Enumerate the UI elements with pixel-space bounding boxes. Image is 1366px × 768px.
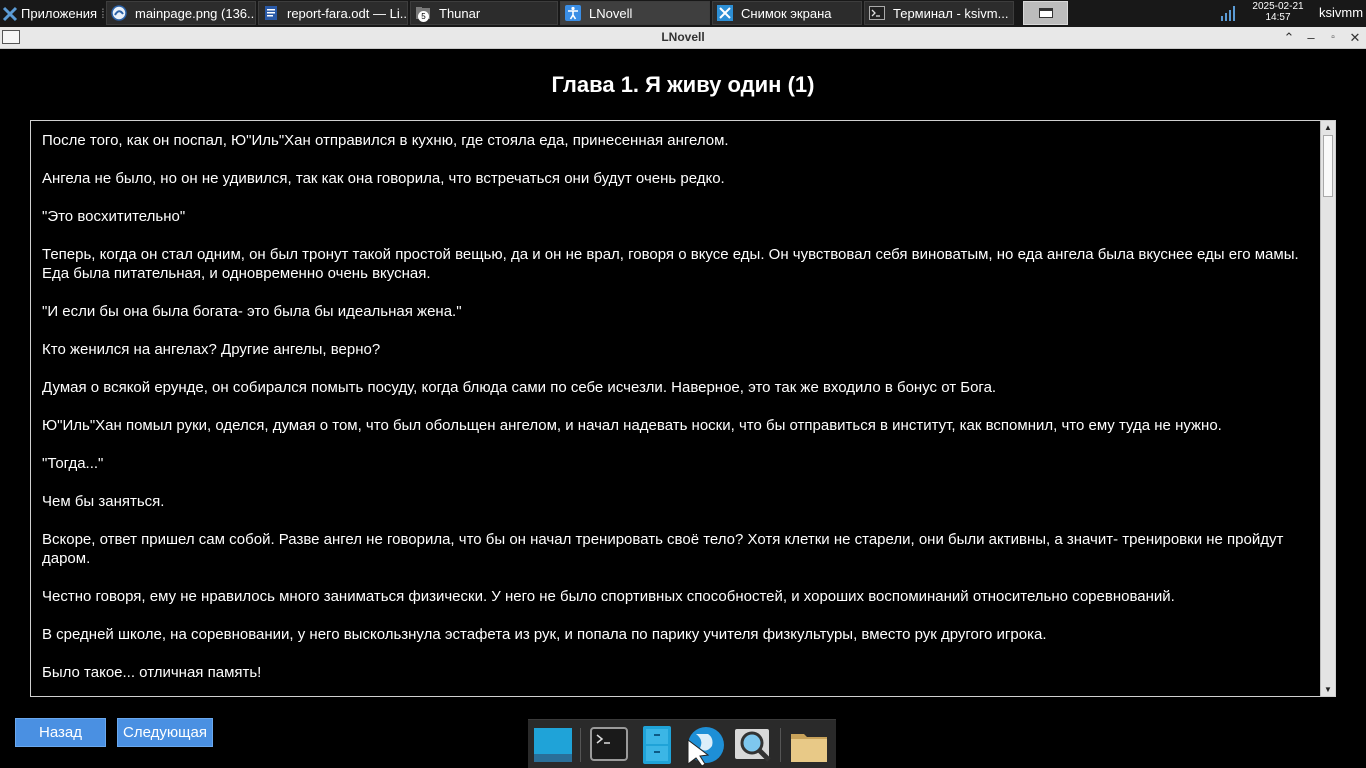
- clock[interactable]: 2025-02-21 14:57: [1245, 1, 1311, 23]
- dock-separator: [580, 728, 581, 762]
- terminal-icon: [869, 6, 885, 20]
- taskbar-item-label: Thunar: [439, 5, 481, 21]
- top-panel: Приложения ⁞ mainpage.png (136... report…: [0, 0, 1366, 27]
- paragraph: Чем бы заняться.: [42, 493, 165, 510]
- dock-separator: [780, 728, 781, 762]
- scroll-up-icon[interactable]: ▲: [1321, 121, 1335, 134]
- shade-icon[interactable]: ⌃: [1280, 29, 1298, 47]
- window-title: LNovell: [661, 30, 705, 44]
- applications-menu-handle: ⁞: [101, 6, 105, 21]
- taskbar-item-terminal[interactable]: Терминал - ksivm...: [864, 1, 1014, 25]
- clock-date: 2025-02-21: [1252, 1, 1304, 12]
- web-browser-icon[interactable]: [684, 724, 726, 766]
- minimize-icon[interactable]: –: [1302, 29, 1320, 47]
- applications-menu-label: Приложения: [21, 6, 98, 21]
- paragraph: Кто женился на ангелах? Другие ангелы, в…: [42, 341, 381, 358]
- paragraph: Ю"Иль"Хан помыл руки, оделся, думая о то…: [42, 417, 1222, 434]
- scroll-down-icon[interactable]: ▼: [1321, 683, 1335, 696]
- window-count-badge: 5: [418, 11, 429, 22]
- chapter-text: После того, как он поспал, Ю"Иль"Хан отп…: [42, 131, 1313, 696]
- paragraph: "И если бы она была богата- это была бы …: [42, 303, 462, 320]
- paragraph: Честно говоря, ему не нравилось много за…: [42, 588, 1175, 605]
- home-folder-icon[interactable]: [788, 724, 830, 766]
- paragraph: "Это восхитительно": [42, 208, 186, 225]
- taskbar-item-label: LNovell: [589, 5, 633, 21]
- paragraph: Ангела не было, но он не удивился, так к…: [42, 170, 725, 187]
- taskbar-item-label: report-fara.odt — Li...: [287, 5, 408, 21]
- back-button[interactable]: Назад: [15, 718, 106, 747]
- accessibility-app-icon: [565, 5, 581, 21]
- applications-menu[interactable]: Приложения ⁞: [0, 0, 106, 27]
- dock: [528, 719, 836, 768]
- window-icon: [1038, 8, 1053, 18]
- paragraph: Было такое... отличная память!: [42, 664, 262, 681]
- paragraph: Теперь, когда он стал одним, он был трон…: [42, 246, 1299, 282]
- screenshot-icon: [717, 5, 733, 21]
- taskbar-item-image-viewer[interactable]: mainpage.png (136...: [106, 1, 256, 25]
- close-icon[interactable]: ✕: [1346, 29, 1364, 47]
- terminal-icon[interactable]: [588, 724, 630, 766]
- taskbar-item-label: mainpage.png (136...: [135, 5, 256, 21]
- image-viewer-icon: [111, 5, 127, 21]
- next-button[interactable]: Следующая: [117, 718, 213, 747]
- scrollbar-thumb[interactable]: [1323, 135, 1333, 197]
- file-manager-icon[interactable]: [636, 724, 678, 766]
- window-titlebar[interactable]: LNovell ⌃ – ▫ ✕: [0, 27, 1366, 49]
- writer-document-icon: [265, 6, 277, 20]
- user-menu[interactable]: ksivmm: [1319, 5, 1363, 20]
- taskbar-item-thunar[interactable]: 5 Thunar: [410, 1, 558, 25]
- chapter-text-area[interactable]: После того, как он поспал, Ю"Иль"Хан отп…: [30, 120, 1336, 697]
- maximize-icon[interactable]: ▫: [1324, 29, 1342, 47]
- taskbar-item-label: Терминал - ksivm...: [893, 5, 1009, 21]
- chapter-title: Глава 1. Я живу один (1): [551, 72, 815, 97]
- paragraph: "Тогда...": [42, 455, 104, 472]
- paragraph: В средней школе, на соревновании, у него…: [42, 626, 1047, 643]
- taskbar-item-label: Снимок экрана: [741, 5, 832, 21]
- desktop-icon[interactable]: [532, 724, 574, 766]
- clock-time: 14:57: [1265, 12, 1291, 23]
- app-finder-icon[interactable]: [732, 724, 774, 766]
- taskbar-item-lnovell[interactable]: LNovell: [560, 1, 710, 25]
- paragraph: После того, как он поспал, Ю"Иль"Хан отп…: [42, 132, 729, 149]
- file-manager-icon: 5: [415, 5, 431, 22]
- show-desktop-button[interactable]: [1023, 1, 1068, 25]
- xfce-logo-icon: [2, 6, 18, 21]
- taskbar-item-screenshot[interactable]: Снимок экрана: [712, 1, 862, 25]
- network-signal-icon[interactable]: [1220, 6, 1236, 21]
- vertical-scrollbar[interactable]: ▲ ▼: [1320, 121, 1335, 696]
- taskbar-item-writer[interactable]: report-fara.odt — Li...: [258, 1, 408, 25]
- paragraph: Вскоре, ответ пришел сам собой. Разве ан…: [42, 531, 1284, 567]
- paragraph: Думая о всякой ерунде, он собирался помы…: [42, 379, 997, 396]
